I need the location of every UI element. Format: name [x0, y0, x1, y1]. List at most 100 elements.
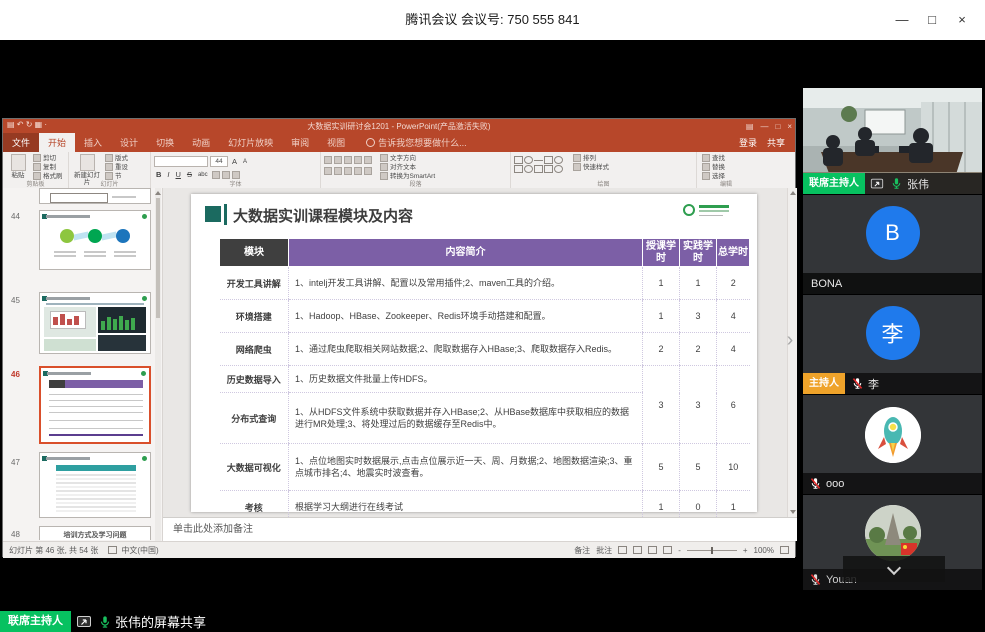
- header-teach-hours: 授课学时: [643, 239, 680, 267]
- scroll-up-icon[interactable]: [790, 191, 796, 195]
- align-center-icon[interactable]: [334, 167, 342, 175]
- thumbnails-scroll-up-icon[interactable]: [155, 191, 161, 195]
- font-size-select[interactable]: 44: [210, 156, 228, 167]
- shapes-gallery[interactable]: [514, 154, 563, 173]
- font-color-icon[interactable]: [232, 171, 240, 179]
- text-shadow-icon[interactable]: [212, 171, 220, 179]
- ppt-maximize-icon[interactable]: □: [775, 122, 780, 131]
- italic-button[interactable]: I: [165, 170, 171, 179]
- window-controls: — □ ×: [887, 0, 977, 40]
- participant-tile-youan[interactable]: Youan: [803, 495, 982, 590]
- font-name-select[interactable]: [154, 156, 208, 167]
- zoom-out-icon[interactable]: -: [678, 546, 681, 555]
- slide-editing-area: 大数据实训课程模块及内容 模块 内容简介 授课学时 实践学时 总学时 开发工具讲…: [163, 188, 797, 517]
- quick-styles-button[interactable]: 快速样式: [573, 163, 609, 171]
- ppt-share-button[interactable]: 共享: [767, 136, 785, 149]
- text-direction-button[interactable]: 文字方向: [380, 154, 435, 162]
- participant-tile-bona[interactable]: B BONA: [803, 195, 982, 294]
- thumbnail-number-45: 45: [11, 296, 20, 305]
- ppt-close-icon[interactable]: ×: [787, 122, 792, 131]
- tab-transitions[interactable]: 切换: [147, 133, 183, 152]
- zoom-level[interactable]: 100%: [754, 546, 774, 555]
- thumbnails-scrollbar[interactable]: [155, 188, 161, 541]
- tab-view[interactable]: 视图: [318, 133, 354, 152]
- participant-tile-zhangwei[interactable]: 联席主持人 张伟: [803, 88, 982, 194]
- align-text-button[interactable]: 对齐文本: [380, 163, 435, 171]
- reading-view-icon[interactable]: [648, 546, 657, 554]
- bullets-icon[interactable]: [324, 156, 332, 164]
- current-slide-canvas[interactable]: 大数据实训课程模块及内容 模块 内容简介 授课学时 实践学时 总学时 开发工具讲…: [191, 194, 757, 512]
- paste-button[interactable]: 粘贴: [6, 154, 30, 179]
- copy-icon: [33, 163, 41, 171]
- columns-icon[interactable]: [364, 167, 372, 175]
- thumbnail-slide-48-partial[interactable]: 培训方式及学习问题: [39, 526, 151, 540]
- tab-review[interactable]: 审阅: [282, 133, 318, 152]
- tell-me-box[interactable]: 告诉我您想要做什么...: [360, 133, 473, 152]
- reset-button[interactable]: 重设: [105, 163, 128, 171]
- login-button[interactable]: 登录: [739, 136, 757, 149]
- bold-button[interactable]: B: [154, 170, 163, 179]
- replace-button[interactable]: 替换: [702, 163, 725, 171]
- strikethrough-button[interactable]: S: [185, 170, 194, 179]
- comments-toggle[interactable]: 批注: [596, 545, 612, 556]
- layout-button[interactable]: 版式: [105, 154, 128, 162]
- minimize-icon[interactable]: —: [887, 7, 917, 33]
- participant-tile-li[interactable]: 李 主持人 李: [803, 295, 982, 394]
- align-left-icon[interactable]: [324, 167, 332, 175]
- thumbnail-slide-43-partial[interactable]: [39, 188, 151, 204]
- slide-sorter-icon[interactable]: [633, 546, 642, 554]
- drawing-group-label: 绘图: [511, 179, 696, 188]
- tab-slideshow[interactable]: 幻灯片放映: [219, 133, 282, 152]
- justify-icon[interactable]: [354, 167, 362, 175]
- header-module: 模块: [220, 239, 289, 267]
- thumbnail-slide-44[interactable]: [39, 210, 151, 270]
- char-spacing-icon[interactable]: [222, 171, 230, 179]
- shape-ring-icon: [554, 165, 563, 173]
- thumbnail-slide-47[interactable]: [39, 452, 151, 518]
- line-spacing-icon[interactable]: [364, 156, 372, 164]
- panel-expand-arrow-icon[interactable]: ›: [782, 320, 798, 360]
- participant-name: BONA: [811, 278, 842, 290]
- clear-format-button[interactable]: abc: [196, 172, 210, 178]
- spellcheck-icon[interactable]: [108, 546, 117, 554]
- tab-home[interactable]: 开始: [39, 133, 75, 152]
- find-button[interactable]: 查找: [702, 154, 725, 162]
- align-right-icon[interactable]: [344, 167, 352, 175]
- arrange-button[interactable]: 排列: [573, 154, 609, 162]
- tab-design[interactable]: 设计: [111, 133, 147, 152]
- ppt-titlebar: ▤ ↶ ↻ ▦ · 大数据实训研讨会1201 - PowerPoint(产品激活…: [3, 119, 795, 134]
- close-icon[interactable]: ×: [947, 7, 977, 33]
- slideshow-icon[interactable]: [663, 546, 672, 554]
- zoom-slider[interactable]: [687, 550, 737, 551]
- thumbnail-slide-46-selected[interactable]: [39, 366, 151, 444]
- course-module-table: 模块 内容简介 授课学时 实践学时 总学时 开发工具讲解 1、intelj开发工…: [219, 238, 750, 550]
- notes-toggle[interactable]: 备注: [574, 545, 590, 556]
- table-row: 开发工具讲解 1、intelj开发工具讲解、配置以及常用插件;2、maven工具…: [220, 267, 750, 300]
- cut-button[interactable]: 剪切: [33, 154, 63, 162]
- numbering-icon[interactable]: [334, 156, 342, 164]
- normal-view-icon[interactable]: [618, 546, 627, 554]
- find-icon: [702, 154, 710, 162]
- underline-button[interactable]: U: [174, 170, 183, 179]
- scroll-down-icon[interactable]: [790, 510, 796, 514]
- tab-insert[interactable]: 插入: [75, 133, 111, 152]
- collapse-participants-button[interactable]: [843, 556, 945, 582]
- indent-increase-icon[interactable]: [354, 156, 362, 164]
- editing-group-label: 编辑: [697, 179, 755, 188]
- shrink-font-icon[interactable]: A: [241, 159, 249, 165]
- copy-button[interactable]: 复制: [33, 163, 63, 171]
- grow-font-icon[interactable]: A: [230, 157, 239, 166]
- thumbnail-number-47: 47: [11, 458, 20, 467]
- fit-to-window-icon[interactable]: [780, 546, 789, 554]
- language-indicator[interactable]: 中文(中国): [121, 545, 158, 556]
- zoom-in-icon[interactable]: +: [743, 546, 748, 555]
- tab-animations[interactable]: 动画: [183, 133, 219, 152]
- indent-decrease-icon[interactable]: [344, 156, 352, 164]
- ribbon-options-icon[interactable]: ▤: [746, 122, 754, 131]
- thumbnail-slide-45[interactable]: [39, 292, 151, 354]
- notes-pane[interactable]: 单击此处添加备注: [163, 517, 797, 541]
- tab-file[interactable]: 文件: [3, 133, 39, 152]
- ppt-minimize-icon[interactable]: —: [760, 122, 768, 131]
- participant-tile-ooo[interactable]: ooo: [803, 395, 982, 494]
- maximize-icon[interactable]: □: [917, 7, 947, 33]
